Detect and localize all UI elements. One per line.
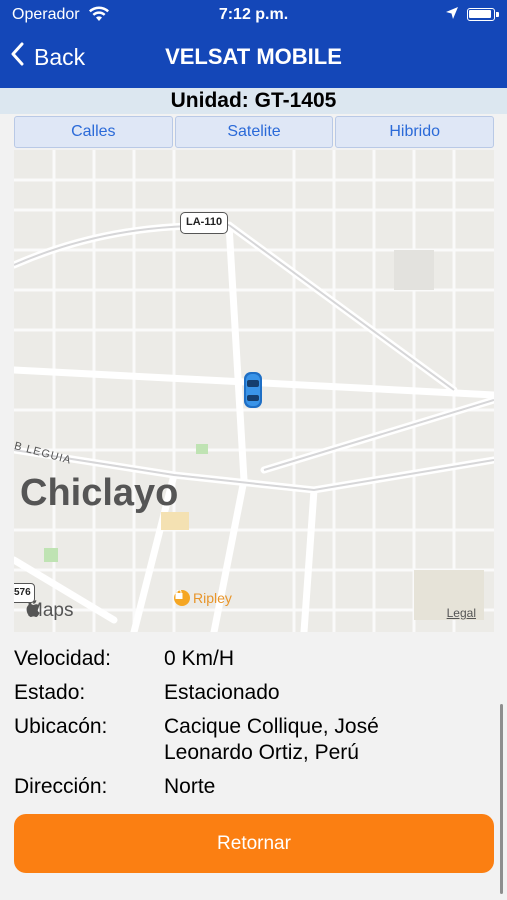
map-type-streets-button[interactable]: Calles xyxy=(14,116,173,148)
shopping-bag-icon xyxy=(174,590,190,606)
state-label: Estado: xyxy=(14,681,86,704)
direction-row: Dirección: Norte xyxy=(14,774,494,800)
battery-icon xyxy=(467,8,499,21)
state-value: Estacionado xyxy=(164,681,280,704)
page-title: VELSAT MOBILE xyxy=(165,44,342,69)
poi-ripley[interactable]: Ripley xyxy=(174,590,232,606)
location-value: Cacique Collique, José Leonardo Ortiz, P… xyxy=(164,714,494,766)
scrollbar[interactable] xyxy=(500,704,503,894)
map-type-satellite-button[interactable]: Satelite xyxy=(174,116,334,148)
map-type-selector: Calles Satelite Hibrido xyxy=(14,116,495,148)
status-bar: Operador 7:12 p.m. xyxy=(0,0,507,30)
status-time: 7:12 p.m. xyxy=(218,6,289,23)
map-type-hybrid-button[interactable]: Hibrido xyxy=(335,116,495,148)
speed-value: 0 Km/H xyxy=(164,647,235,670)
unit-header: Unidad: GT-1405 xyxy=(0,88,507,114)
navigation-bar: Back VELSAT MOBILE xyxy=(0,30,507,88)
highway-shield: LA-110 xyxy=(180,212,229,234)
speed-label: Velocidad: xyxy=(14,647,111,670)
maps-brand: Maps xyxy=(26,600,73,622)
location-label: Ubicacón: xyxy=(14,715,108,738)
vehicle-details: Velocidad: 0 Km/H Estado: Estacionado Ub… xyxy=(14,646,494,808)
location-row: Ubicacón: Cacique Collique, José Leonard… xyxy=(14,714,494,766)
location-value-line2: Leonardo Ortiz, Perú xyxy=(164,741,359,764)
city-label: Chiclayo xyxy=(20,472,179,514)
speed-row: Velocidad: 0 Km/H xyxy=(14,646,494,672)
legal-link[interactable]: Legal xyxy=(447,606,476,620)
direction-value: Norte xyxy=(164,775,216,798)
direction-label: Dirección: xyxy=(14,775,108,798)
map-view[interactable]: LA-110 B LEGUIA Chiclayo 576 Ripley Maps… xyxy=(14,150,494,632)
location-value-line1: Cacique Collique, José xyxy=(164,715,379,738)
poi-label: Ripley xyxy=(193,590,232,606)
return-button[interactable]: Retornar xyxy=(14,814,494,873)
location-arrow-icon xyxy=(445,6,459,25)
state-row: Estado: Estacionado xyxy=(14,680,494,706)
